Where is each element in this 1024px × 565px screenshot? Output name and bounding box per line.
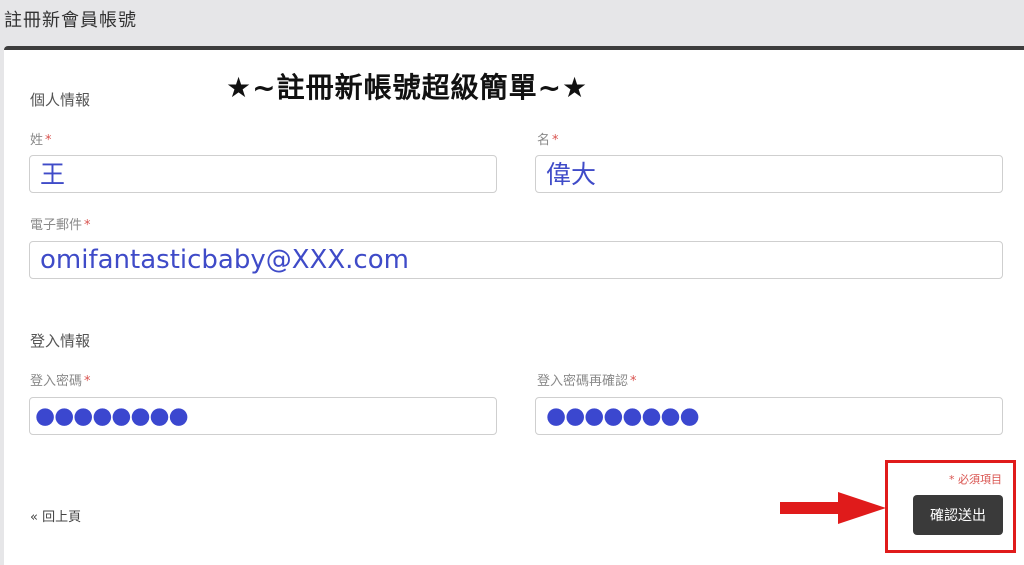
- required-mark: *: [552, 133, 559, 148]
- login-section-title: 登入情報: [30, 332, 91, 350]
- required-mark: *: [84, 218, 91, 233]
- email-value: omifantasticbaby@XXX.com: [40, 245, 409, 275]
- email-label: 電子郵件 *: [30, 214, 91, 233]
- back-link[interactable]: « 回上頁: [30, 506, 81, 525]
- password-confirm-label: 登入密碼再確認 *: [537, 370, 637, 389]
- registration-form-card: [4, 46, 1024, 565]
- required-mark: *: [630, 374, 637, 389]
- password-confirm-label-text: 登入密碼再確認: [537, 374, 629, 389]
- required-note: * 必須項目: [949, 473, 1002, 486]
- last-name-label: 姓 *: [30, 129, 52, 148]
- required-mark: *: [84, 374, 91, 389]
- submit-button[interactable]: 確認送出: [913, 495, 1003, 535]
- first-name-label: 名 *: [537, 129, 559, 148]
- password-label-text: 登入密碼: [30, 374, 83, 389]
- required-mark: *: [45, 133, 52, 148]
- last-name-value: 王: [40, 159, 66, 189]
- password-label: 登入密碼 *: [30, 370, 91, 389]
- page-header: 註冊新會員帳號: [0, 0, 1024, 46]
- first-name-input[interactable]: 偉大: [535, 155, 1003, 193]
- password-confirm-input[interactable]: ●●●●●●●●: [535, 397, 1003, 435]
- first-name-label-text: 名: [537, 133, 551, 148]
- promo-banner: ★~註冊新帳號超級簡單~★: [226, 71, 589, 104]
- password-confirm-masked-value: ●●●●●●●●: [546, 402, 700, 429]
- red-arrow-icon: [780, 492, 886, 524]
- email-label-text: 電子郵件: [30, 218, 83, 233]
- email-input[interactable]: omifantasticbaby@XXX.com: [29, 241, 1003, 279]
- personal-section-title: 個人情報: [30, 91, 91, 109]
- password-masked-value: ●●●●●●●●: [35, 402, 189, 429]
- last-name-label-text: 姓: [30, 133, 44, 148]
- password-input[interactable]: ●●●●●●●●: [29, 397, 497, 435]
- first-name-value: 偉大: [546, 159, 597, 189]
- last-name-input[interactable]: 王: [29, 155, 497, 193]
- page-title: 註冊新會員帳號: [4, 10, 137, 31]
